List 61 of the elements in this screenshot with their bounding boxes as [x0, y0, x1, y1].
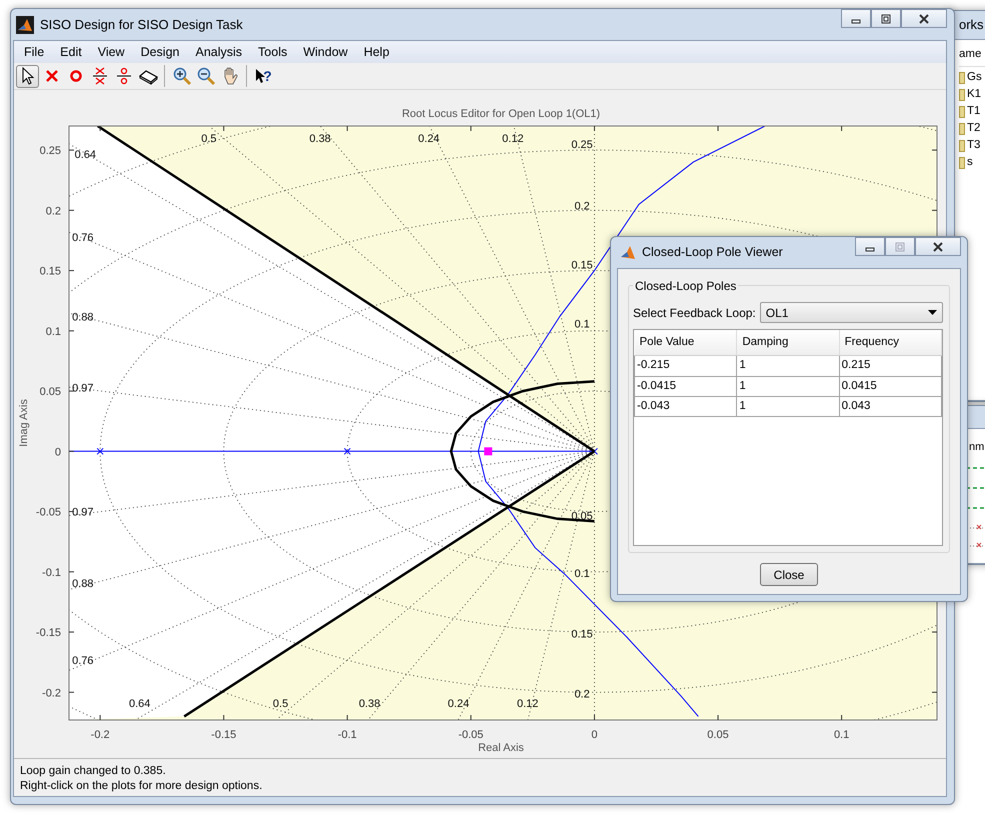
window-title: SISO Design for SISO Design Task — [40, 16, 243, 34]
grid-label: 0.12 — [517, 698, 538, 710]
tick-label: -0.15 — [211, 729, 236, 741]
window-title: Closed-Loop Pole Viewer — [642, 244, 783, 262]
table-cell: 1 — [736, 376, 840, 396]
column-header: nm — [969, 441, 984, 453]
tick-label: 0.25 — [40, 145, 61, 158]
grid-label: 0.15 — [571, 260, 593, 272]
grid-label: 0.64 — [74, 148, 96, 161]
axis-label: Real Axis — [478, 742, 524, 754]
status-message: Loop gain changed to 0.385. — [20, 764, 167, 779]
grid-label: 0.97 — [72, 506, 94, 519]
tick-label: -0.2 — [90, 729, 110, 741]
tick-label: 0.05 — [707, 729, 729, 741]
table-cell: 1 — [736, 396, 840, 416]
tick-label: -0.05 — [458, 729, 484, 741]
grid-label: 0.5 — [272, 698, 288, 710]
grid-label: 0.38 — [358, 698, 380, 710]
tick-label: -0.05 — [36, 506, 61, 519]
tick-label: 0.05 — [40, 386, 61, 398]
tick-label: 0.2 — [46, 205, 61, 218]
grid-label: 0.12 — [502, 133, 524, 146]
grid-label: 0.5 — [201, 133, 217, 146]
table-cell: 1 — [736, 356, 840, 376]
tick-label: 0.15 — [40, 266, 61, 278]
grid-label: 0.1 — [574, 318, 590, 331]
grid-label: 0.2 — [574, 688, 590, 701]
table-cell: 0.215 — [839, 356, 942, 376]
grid-label: 0.24 — [448, 698, 470, 710]
tick-label: -0.1 — [338, 729, 357, 741]
table-cell: 0.0415 — [839, 376, 942, 396]
grid-label: 0.15 — [571, 628, 593, 640]
grid-label: 0.24 — [418, 133, 440, 146]
window-title: orks — [959, 16, 984, 34]
plot-title: Root Locus Editor for Open Loop 1(OL1) — [402, 108, 600, 120]
grid-label: 0.05 — [571, 510, 593, 522]
tick-label: 0 — [591, 729, 598, 741]
table-cell: -0.0415 — [634, 376, 737, 396]
field-label: Select Feedback Loop: — [633, 304, 756, 322]
grid-label: 0.25 — [571, 139, 593, 152]
tick-label: 0.1 — [46, 326, 61, 338]
grid-label: 0.76 — [72, 232, 94, 244]
tick-label: -0.1 — [42, 566, 61, 579]
column-header: ame — [959, 48, 982, 60]
grid-label: 0.38 — [309, 133, 331, 146]
table-cell: -0.215 — [634, 356, 737, 376]
grid-label: 0.88 — [72, 311, 94, 324]
grid-label: 0.76 — [72, 654, 94, 667]
status-message: Right-click on the plots for more design options. — [20, 779, 264, 794]
tick-label: -0.15 — [36, 627, 61, 640]
grid-label: 0.97 — [72, 382, 94, 395]
grid-label: 0.64 — [128, 698, 150, 710]
grid-label: 0.1 — [574, 568, 590, 580]
table-cell: -0.043 — [634, 396, 737, 416]
grid-label: 0.88 — [72, 578, 94, 590]
grid-label: 0.2 — [574, 200, 590, 213]
tick-label: -0.2 — [42, 687, 61, 700]
tick-label: 0.1 — [834, 729, 850, 741]
tick-label: 0 — [54, 446, 61, 458]
axis-label: Imag Axis — [18, 399, 30, 447]
table-cell: 0.043 — [839, 396, 942, 416]
